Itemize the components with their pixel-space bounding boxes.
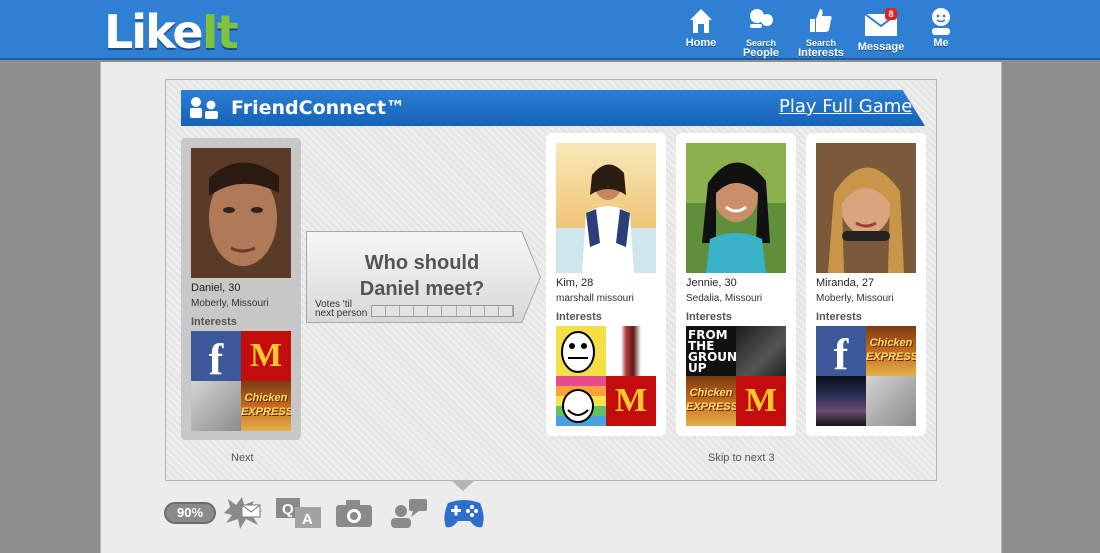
question-line2: Daniel meet? (359, 278, 485, 300)
thumbs-up-icon (810, 9, 832, 32)
friends-icon (190, 97, 218, 119)
nav-me-label: Me (933, 37, 949, 49)
nav-message[interactable]: 8 Message (851, 6, 911, 53)
candidate-location-jennie: Sedalia, Missouri (686, 293, 763, 304)
svg-text:Q: Q (282, 501, 294, 518)
nav-home-label: Home (685, 37, 717, 49)
question-arrow: Who should Daniel meet? Votes 'til next … (307, 232, 540, 322)
me-icon (932, 8, 950, 35)
candidate-interest-tiles-jennie: FROM THE GROUND UP Chicken EXPRESS M (686, 326, 786, 426)
skip-next-3-link[interactable]: Skip to next 3 (708, 452, 775, 464)
interest-from-the-ground-up[interactable]: FROM THE GROUND UP (686, 326, 736, 376)
candidate-photo-miranda (816, 143, 916, 273)
votes-progress-meter (371, 305, 514, 317)
candidate-name-age-miranda: Miranda, 27 (816, 277, 875, 289)
candidate-photo-jennie (686, 143, 786, 273)
nav-search-people[interactable]: Search People (731, 6, 791, 59)
play-full-game-link[interactable]: Play Full Game (779, 96, 912, 117)
splat-message-icon[interactable] (220, 497, 266, 529)
question-text: Who should Daniel meet? (327, 250, 517, 302)
svg-text:A: A (302, 511, 313, 528)
candidate-card-jennie[interactable]: Jennie, 30 Sedalia, Missouri Interests F… (676, 133, 796, 436)
candidate-card-kim[interactable]: Kim, 28 marshall missouri Interests M (546, 133, 666, 436)
interest-bottle[interactable] (606, 326, 656, 376)
question-line1: Who should (364, 252, 480, 274)
camera-icon[interactable] (335, 497, 373, 529)
player-location: Moberly, Missouri (191, 298, 269, 309)
interest-gray-album[interactable] (866, 376, 916, 426)
profile-percent-badge[interactable]: 90% (164, 502, 216, 524)
interest-chicken-express[interactable]: Chicken EXPRESS (866, 326, 916, 376)
interest-mcdonalds[interactable]: M (606, 376, 656, 426)
nav-message-label: Message (857, 41, 905, 53)
interest-rainbow[interactable] (556, 376, 606, 426)
player-interest-tiles: f M Chicken EXPRESS (191, 331, 291, 431)
interest-chicken-express[interactable]: Chicken EXPRESS (686, 376, 736, 426)
home-icon (690, 9, 712, 33)
active-tab-pointer (452, 481, 474, 491)
candidate-location-miranda: Moberly, Missouri (816, 293, 894, 304)
friendconnect-banner: FriendConnect™ Play Full Game (181, 90, 925, 126)
gamepad-icon[interactable] (442, 497, 486, 529)
candidate-interests-label-kim: Interests (556, 311, 602, 323)
interest-facebook[interactable]: f (191, 331, 241, 381)
interest-rage-face[interactable] (556, 326, 606, 376)
search-people-icon (750, 9, 773, 28)
chat-people-icon[interactable] (389, 497, 429, 529)
nav-me[interactable]: Me (911, 6, 971, 49)
nav-search-interests[interactable]: Search Interests (791, 6, 851, 59)
message-count-badge: 8 (885, 8, 897, 20)
candidate-location-kim: marshall missouri (556, 293, 634, 304)
candidate-photo-kim (556, 143, 656, 273)
candidate-name-age-jennie: Jennie, 30 (686, 277, 737, 289)
likeit-logo[interactable]: LikeIt (104, 4, 239, 64)
candidate-interest-tiles-kim: M (556, 326, 656, 426)
interest-mcdonalds[interactable]: M (736, 376, 786, 426)
interest-gray-album[interactable] (191, 381, 241, 431)
interest-album[interactable] (816, 376, 866, 426)
qa-icon[interactable]: QA (275, 497, 323, 529)
nav-home[interactable]: Home (671, 6, 731, 49)
nav-search-people-label2: People (742, 47, 780, 59)
nav-search-interests-label2: Interests (798, 47, 844, 59)
candidate-interests-label-jennie: Interests (686, 311, 732, 323)
player-photo (191, 148, 291, 278)
player-interests-label: Interests (191, 316, 237, 328)
votes-label-line2: next person (315, 308, 368, 319)
candidate-card-miranda[interactable]: Miranda, 27 Moberly, Missouri Interests … (806, 133, 926, 436)
candidate-interests-label-miranda: Interests (816, 311, 862, 323)
interest-mcdonalds[interactable]: M (241, 331, 291, 381)
next-link[interactable]: Next (231, 452, 254, 464)
interest-chicken-express[interactable]: Chicken EXPRESS (241, 381, 291, 431)
interest-dark-portrait[interactable] (736, 326, 786, 376)
game-title: FriendConnect™ (231, 97, 405, 119)
top-bar: LikeIt Home Search People Search Interes… (0, 0, 1100, 60)
interest-facebook[interactable]: f (816, 326, 866, 376)
player-card: Daniel, 30 Moberly, Missouri Interests f… (181, 138, 301, 440)
votes-label: Votes 'til next person (315, 300, 368, 319)
player-name-age: Daniel, 30 (191, 282, 241, 294)
candidate-name-age-kim: Kim, 28 (556, 277, 594, 289)
candidate-interest-tiles-miranda: f Chicken EXPRESS (816, 326, 916, 426)
